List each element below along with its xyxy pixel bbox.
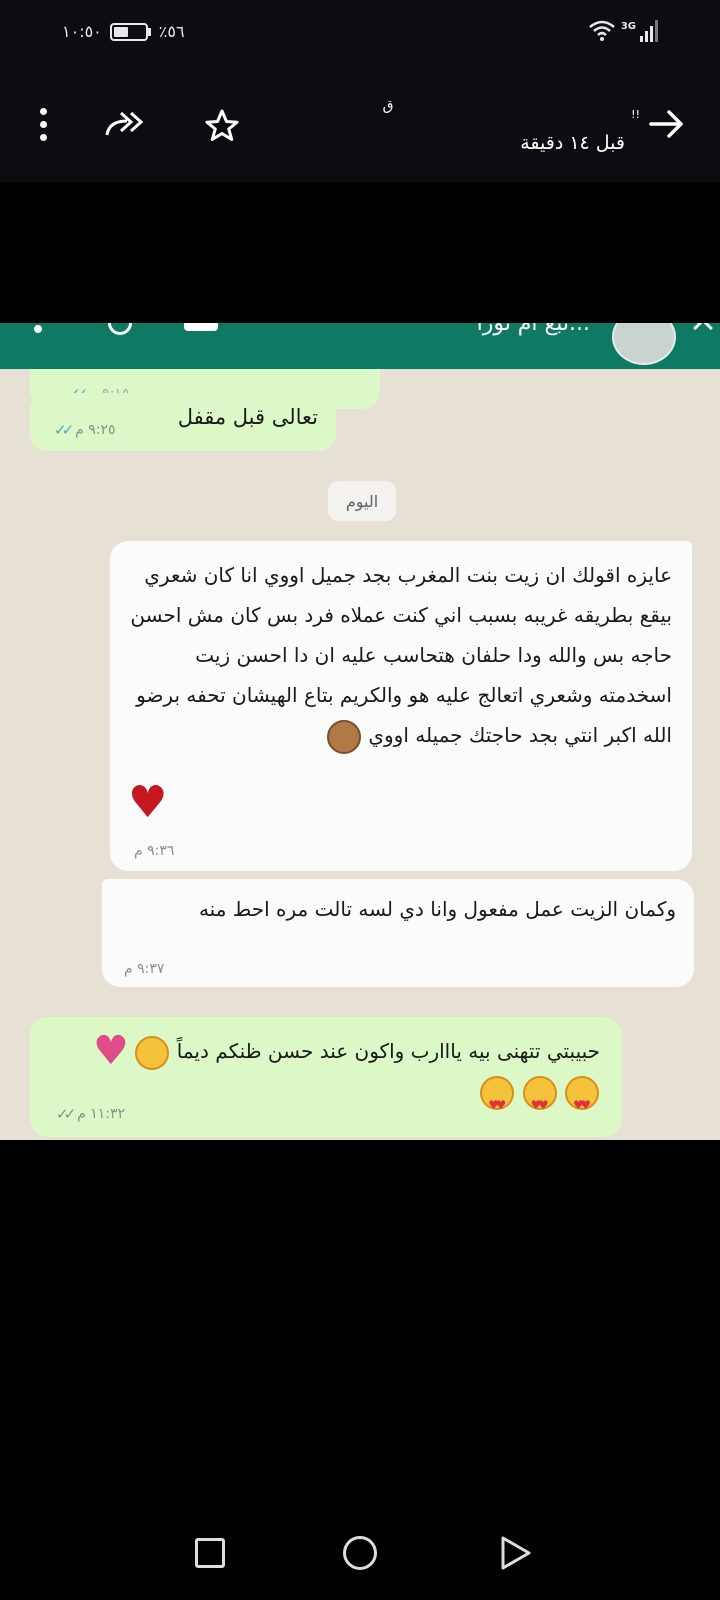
star-button[interactable]: [200, 104, 244, 148]
chat-screenshot: ...تبع ام تورا ٩:١٥ م ✓✓ تعالى قبل مقفل …: [0, 323, 720, 1140]
message-time: ٩:٣٦ م: [134, 843, 175, 859]
day-divider: اليوم: [328, 481, 396, 521]
battery-icon: [109, 22, 148, 41]
hand-over-mouth-icon: [135, 1035, 170, 1070]
message-time: ٩:٢٥ م: [75, 422, 116, 438]
message-text: تعالى قبل مقفل: [177, 405, 318, 429]
message-body: حبيبتي تتهنى بيه يااارب واكون عند حسن ظن…: [80, 1031, 600, 1125]
triangle-icon: [501, 1536, 531, 1570]
network-type: 3G: [620, 21, 636, 32]
heart-eyes-icon: [522, 1075, 557, 1125]
message-text: وكمان الزيت عمل مفعول وانا دي لسه تالت م…: [198, 897, 676, 921]
battery-percent: ٪٥٦: [158, 22, 185, 41]
video-icon: [184, 323, 218, 331]
back-button[interactable]: [642, 102, 692, 146]
message-meta: ٩:٣٧ م: [124, 961, 164, 977]
pink-heart-icon: [93, 1034, 129, 1070]
message-bubble: تعالى قبل مقفل ٩:٢٥ م ✓✓: [30, 393, 336, 451]
message-meta: ٩:٢٥ م ✓✓: [54, 421, 116, 439]
heart-eyes-icon: [480, 1075, 515, 1125]
time-ago-label: قبل ١٤ دقيقة: [520, 132, 625, 154]
call-icon: [108, 323, 132, 335]
read-ticks-icon: ✓✓: [54, 421, 74, 439]
signal-icon: [640, 20, 658, 42]
recents-button[interactable]: [190, 1533, 230, 1573]
message-body: عايزه اقولك ان زيت بنت المغرب بجد جميل ا…: [130, 555, 672, 755]
navigation-bar: [0, 1505, 720, 1600]
sender-icon: ق: [382, 98, 394, 114]
arrow-right-icon: [649, 110, 683, 138]
battery-nub: [147, 27, 151, 36]
message-meta: ٩:٣٦ م: [134, 843, 174, 859]
message-text: حبيبتي تتهنى بيه يااارب واكون عند حسن ظن…: [176, 1039, 600, 1063]
nav-back-button[interactable]: [495, 1533, 535, 1573]
forward-icon: [105, 111, 144, 136]
back-badge: !!: [631, 108, 640, 121]
message-bubble: وكمان الزيت عمل مفعول وانا دي لسه تالت م…: [102, 879, 694, 987]
status-bar: ١٠:٥٠ ٪٥٦ 3G: [0, 0, 720, 72]
status-right: 3G: [587, 18, 658, 42]
message-time: ٩:٣٧ م: [124, 961, 165, 977]
message-meta: ١١:٣٢ م ✓✓: [56, 1105, 125, 1123]
avatar: [612, 323, 676, 365]
forward-button[interactable]: [100, 102, 150, 146]
red-heart-icon: ♥: [128, 777, 168, 828]
home-button[interactable]: [340, 1533, 380, 1573]
clock: ١٠:٥٠: [62, 22, 102, 41]
chevron-left-icon: [693, 323, 713, 338]
viewer-toolbar: ق !! قبل ١٤ دقيقة: [0, 72, 720, 182]
message-bubble: حبيبتي تتهنى بيه يااارب واكون عند حسن ظن…: [30, 1017, 622, 1137]
message-time: ١١:٣٢ م: [77, 1106, 126, 1122]
sent-ticks-icon: ✓✓: [56, 1105, 76, 1123]
star-icon: [205, 109, 239, 141]
message-bubble: عايزه اقولك ان زيت بنت المغرب بجد جميل ا…: [110, 541, 692, 871]
see-no-evil-monkey-icon: [327, 719, 361, 754]
contact-name: ...تبع ام تورا: [476, 323, 590, 336]
heart-eyes-icon: [565, 1075, 599, 1125]
circle-icon: [343, 1536, 377, 1570]
square-icon: [195, 1538, 225, 1568]
more-options-button[interactable]: [28, 102, 58, 146]
menu-icon: [34, 325, 42, 333]
status-left: ١٠:٥٠ ٪٥٦: [62, 22, 185, 41]
wifi-icon: [589, 20, 615, 41]
message-text: عايزه اقولك ان زيت بنت المغرب بجد جميل ا…: [130, 563, 672, 747]
chat-header: ...تبع ام تورا: [0, 323, 720, 369]
